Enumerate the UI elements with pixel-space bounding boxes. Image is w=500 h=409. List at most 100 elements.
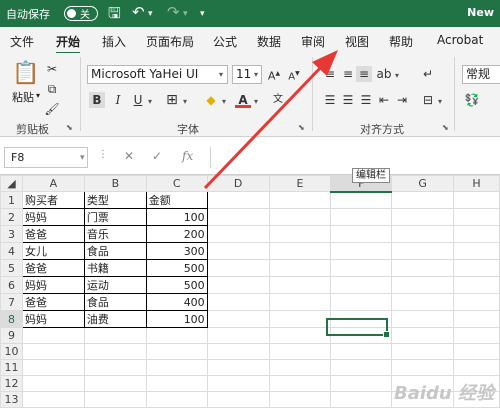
cell[interactable] xyxy=(268,391,332,408)
bold-button[interactable]: B xyxy=(89,92,105,108)
cell[interactable] xyxy=(268,327,332,344)
border-dropdown-icon[interactable]: ▾ xyxy=(183,97,187,106)
cell[interactable] xyxy=(391,276,455,294)
cell[interactable] xyxy=(330,375,393,392)
cell[interactable]: 200 xyxy=(145,225,208,243)
cell[interactable]: 书籍 xyxy=(83,259,147,277)
cell[interactable] xyxy=(206,242,270,260)
cell[interactable] xyxy=(268,242,332,260)
cell[interactable] xyxy=(453,359,500,376)
cell[interactable]: 300 xyxy=(145,242,208,260)
middle-align-icon[interactable]: ≡ xyxy=(340,66,356,82)
row-header[interactable]: 3 xyxy=(0,225,23,243)
cell[interactable] xyxy=(21,391,85,408)
bottom-align-icon[interactable]: ≡ xyxy=(356,66,372,82)
column-header[interactable]: A xyxy=(21,175,85,192)
cell[interactable] xyxy=(453,242,500,260)
cell[interactable] xyxy=(268,310,332,328)
redo-dropdown-icon[interactable]: ▾ xyxy=(183,9,188,19)
column-header[interactable]: B xyxy=(83,175,147,192)
save-icon[interactable]: 🖫 xyxy=(108,3,121,28)
cell[interactable] xyxy=(83,391,147,408)
cell[interactable] xyxy=(83,375,147,392)
italic-button[interactable]: I xyxy=(110,92,126,108)
column-header[interactable]: D xyxy=(206,175,270,192)
cell[interactable] xyxy=(206,208,270,226)
select-all-corner[interactable]: ◢ xyxy=(0,175,23,192)
cell[interactable]: 爸爸 xyxy=(21,293,85,311)
cell[interactable] xyxy=(206,359,270,376)
merge-center-icon[interactable]: ⊟ xyxy=(420,92,436,108)
tab-insert[interactable]: 插入 xyxy=(102,33,126,50)
spreadsheet-grid[interactable]: ◢ A B C D E F G H 1 购买者 类型 金额 2 妈妈 门票 10… xyxy=(0,175,500,409)
cell[interactable] xyxy=(206,293,270,311)
cell[interactable] xyxy=(330,208,393,226)
font-dropdown-icon[interactable]: ▾ xyxy=(219,70,223,79)
cell[interactable] xyxy=(206,259,270,277)
column-header[interactable]: H xyxy=(453,175,500,192)
cell[interactable] xyxy=(391,259,455,277)
cell[interactable] xyxy=(453,191,500,209)
paste-dropdown-icon[interactable]: ▾ xyxy=(36,91,40,100)
cell[interactable]: 音乐 xyxy=(83,225,147,243)
number-format-select[interactable]: 常规 xyxy=(462,65,500,84)
cell[interactable] xyxy=(268,225,332,243)
column-header[interactable]: G xyxy=(391,175,455,192)
align-center-icon[interactable]: ☰ xyxy=(340,92,356,108)
cell[interactable] xyxy=(268,276,332,294)
cell[interactable] xyxy=(330,391,393,408)
cell[interactable]: 金额 xyxy=(145,191,208,209)
cell[interactable] xyxy=(391,191,455,209)
cell[interactable] xyxy=(83,359,147,376)
cell[interactable] xyxy=(83,343,147,360)
cell[interactable] xyxy=(145,359,208,376)
cell[interactable] xyxy=(330,359,393,376)
cell[interactable] xyxy=(206,343,270,360)
underline-button[interactable]: U xyxy=(130,92,146,108)
cell[interactable] xyxy=(268,375,332,392)
cell[interactable] xyxy=(206,327,270,344)
cut-icon[interactable]: ✂ xyxy=(44,61,60,77)
tab-data[interactable]: 数据 xyxy=(257,33,281,50)
column-header[interactable]: E xyxy=(268,175,332,192)
orientation-dropdown-icon[interactable]: ▾ xyxy=(395,71,399,80)
name-box[interactable]: F8 xyxy=(4,147,88,168)
orientation-icon[interactable]: ab xyxy=(376,66,392,82)
cell[interactable] xyxy=(21,343,85,360)
font-launcher-icon[interactable]: ⬊ xyxy=(298,123,305,132)
cell[interactable]: 100 xyxy=(145,310,208,328)
row-header[interactable]: 1 xyxy=(0,191,23,209)
cell[interactable]: 500 xyxy=(145,276,208,294)
row-header[interactable]: 6 xyxy=(0,276,23,294)
clipboard-launcher-icon[interactable]: ⬊ xyxy=(66,123,73,132)
cell[interactable] xyxy=(206,225,270,243)
cell[interactable] xyxy=(268,259,332,277)
cell[interactable] xyxy=(453,225,500,243)
cell[interactable] xyxy=(83,327,147,344)
cell[interactable] xyxy=(453,310,500,328)
cell[interactable] xyxy=(21,359,85,376)
row-header[interactable]: 4 xyxy=(0,242,23,260)
cell[interactable] xyxy=(145,375,208,392)
cell[interactable] xyxy=(391,343,455,360)
row-header[interactable]: 12 xyxy=(0,375,23,392)
cell[interactable] xyxy=(391,208,455,226)
tab-file[interactable]: 文件 xyxy=(10,33,34,50)
cell[interactable]: 500 xyxy=(145,259,208,277)
cell[interactable] xyxy=(330,242,393,260)
cell[interactable] xyxy=(268,191,332,209)
cell[interactable] xyxy=(145,391,208,408)
tab-formulas[interactable]: 公式 xyxy=(213,33,237,50)
cell[interactable] xyxy=(206,375,270,392)
cell[interactable] xyxy=(206,276,270,294)
underline-dropdown-icon[interactable]: ▾ xyxy=(148,97,152,106)
row-header[interactable]: 8 xyxy=(0,310,23,328)
border-icon[interactable]: ⊞ xyxy=(164,92,180,108)
tab-help[interactable]: 帮助 xyxy=(389,33,413,50)
row-header[interactable]: 13 xyxy=(0,391,23,408)
alignment-launcher-icon[interactable]: ⬊ xyxy=(442,123,449,132)
formula-input[interactable] xyxy=(210,147,500,168)
name-box-dropdown-icon[interactable]: ▾ xyxy=(80,153,85,163)
cell[interactable] xyxy=(330,259,393,277)
cell[interactable] xyxy=(330,293,393,311)
